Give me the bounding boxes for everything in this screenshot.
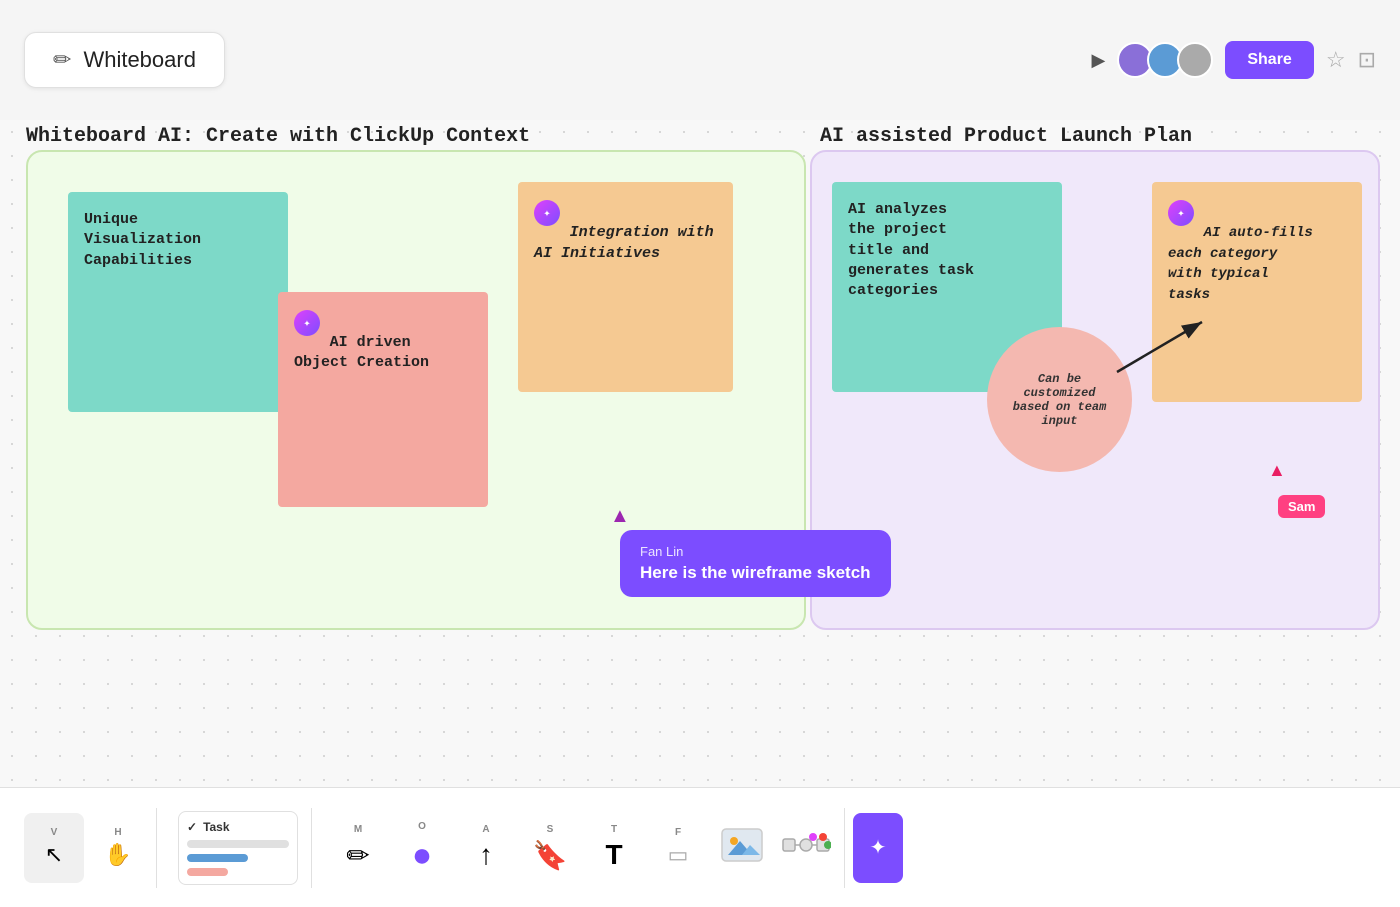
media-tool[interactable] xyxy=(712,813,772,883)
toolbar: V ↖ H ✋ ✓ Task M ✏ O xyxy=(0,787,1400,907)
sticky-label: S xyxy=(547,824,554,835)
toolbar-drawing-group: M ✏ O ● A ↑ S 🔖 T T F ▭ xyxy=(320,808,845,888)
title-box: ✏ Whiteboard xyxy=(24,32,225,88)
sticky-text-ai-autofills: AI auto-fillseach categorywith typicalta… xyxy=(1168,225,1313,303)
task-bar-2 xyxy=(187,854,248,862)
media-icon xyxy=(720,827,764,868)
ai-icon xyxy=(534,200,560,226)
edit-icon: ✏ xyxy=(53,47,71,73)
sam-label: Sam xyxy=(1278,495,1325,518)
right-board: AI analyzesthe projecttitle andgenerates… xyxy=(810,150,1380,630)
avatar xyxy=(1177,42,1213,78)
sticky-note-teal-left[interactable]: UniqueVisualizationCapabilities xyxy=(68,192,288,412)
hand-label: H xyxy=(114,827,121,838)
sticky-text-customize: Can be customized based on team input xyxy=(1003,372,1116,428)
cursor-pink-sam: ▲ xyxy=(1268,460,1286,481)
toolbar-select-group: V ↖ H ✋ xyxy=(16,808,157,888)
pen-icon: ✏ xyxy=(346,839,369,872)
header-right: ▶ Share ☆ ⊡ xyxy=(1092,41,1376,79)
star-icon[interactable]: ☆ xyxy=(1326,47,1346,73)
tooltip-message: Here is the wireframe sketch xyxy=(640,563,871,583)
select-cursor-icon: ↖ xyxy=(45,842,63,868)
shape-tool[interactable]: O ● xyxy=(392,813,452,883)
page-title: Whiteboard xyxy=(83,47,196,73)
check-icon: ✓ xyxy=(187,820,197,834)
header: ✏ Whiteboard ▶ Share ☆ ⊡ xyxy=(0,0,1400,120)
cursor-mode-icon: ▶ xyxy=(1092,50,1106,71)
task-tool[interactable]: ✓ Task xyxy=(173,813,303,883)
hand-icon: ✋ xyxy=(104,842,131,868)
task-card-header: ✓ Task xyxy=(187,820,289,834)
text-label: T xyxy=(611,824,617,835)
cursor-purple: ▲ xyxy=(610,505,630,528)
frame-label: F xyxy=(675,827,681,838)
text-tool[interactable]: T T xyxy=(584,813,644,883)
sticky-note-peach-left[interactable]: Integration withAI Initiatives xyxy=(518,182,733,392)
ai-icon xyxy=(1168,200,1194,226)
share-button[interactable]: Share xyxy=(1225,41,1313,79)
sticky-text-integration: Integration withAI Initiatives xyxy=(534,224,714,262)
sticky-text-unique: UniqueVisualizationCapabilities xyxy=(84,211,201,269)
arrow-tool[interactable]: A ↑ xyxy=(456,813,516,883)
arrow-graphic xyxy=(1107,307,1227,387)
frame-icon: ▭ xyxy=(668,842,689,868)
right-section-label: AI assisted Product Launch Plan xyxy=(820,125,1192,148)
frame-tool[interactable]: F ▭ xyxy=(648,813,708,883)
select-tool[interactable]: V ↖ xyxy=(24,813,84,883)
task-bar-1 xyxy=(187,840,289,848)
sticky-icon: 🔖 xyxy=(533,839,568,872)
sticky-text-ai-driven: AI drivenObject Creation xyxy=(294,334,429,371)
user-tooltip: Fan Lin Here is the wireframe sketch xyxy=(620,530,891,597)
sticky-note-pink-left[interactable]: AI drivenObject Creation xyxy=(278,292,488,507)
pen-tool[interactable]: M ✏ xyxy=(328,813,388,883)
arrow-label: A xyxy=(482,824,489,835)
shape-icon: ● xyxy=(412,836,433,875)
toolbar-task-group: ✓ Task xyxy=(165,808,312,888)
sticky-text-ai-analyzes: AI analyzesthe projecttitle andgenerates… xyxy=(848,201,974,299)
ai-icon xyxy=(294,310,320,336)
sticky-tool[interactable]: S 🔖 xyxy=(520,813,580,883)
more-icon[interactable]: ⊡ xyxy=(1358,47,1376,73)
flow-icon xyxy=(781,827,831,868)
shape-label: O xyxy=(418,821,426,832)
text-icon: T xyxy=(605,839,622,871)
task-card-preview: ✓ Task xyxy=(178,811,298,885)
hand-tool[interactable]: H ✋ xyxy=(88,813,148,883)
arrow-icon: ↑ xyxy=(479,839,493,871)
pen-label: M xyxy=(354,824,362,835)
avatar-group xyxy=(1117,42,1213,78)
flow-tool[interactable] xyxy=(776,813,836,883)
ai-sparkle-icon: ✦ xyxy=(870,835,887,860)
task-label: Task xyxy=(203,820,229,834)
tooltip-username: Fan Lin xyxy=(640,544,871,559)
task-bar-3 xyxy=(187,868,228,876)
select-label: V xyxy=(51,827,58,838)
ai-tool-button[interactable]: ✦ xyxy=(853,813,903,883)
left-section-label: Whiteboard AI: Create with ClickUp Conte… xyxy=(26,125,530,148)
